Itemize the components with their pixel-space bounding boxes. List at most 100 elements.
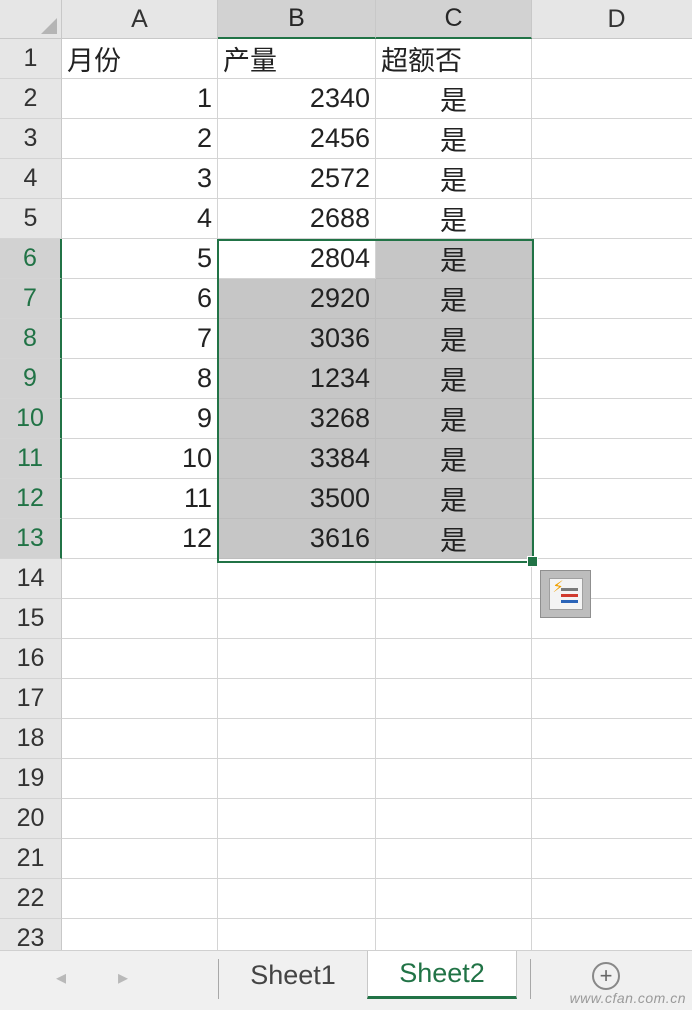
cell-c14[interactable] [376,559,532,599]
row-header[interactable]: 20 [0,799,62,839]
cell-d3[interactable] [532,119,692,159]
cell-d11[interactable] [532,439,692,479]
cell-a7[interactable]: 6 [62,279,218,319]
cell-d17[interactable] [532,679,692,719]
cell-d23[interactable] [532,919,692,950]
cell-a5[interactable]: 4 [62,199,218,239]
cell-c17[interactable] [376,679,532,719]
cell-d9[interactable] [532,359,692,399]
cell-a1[interactable]: 月份 [62,39,218,79]
cell-a19[interactable] [62,759,218,799]
cell-a13[interactable]: 12 [62,519,218,559]
cell-b18[interactable] [218,719,376,759]
cell-c23[interactable] [376,919,532,950]
column-header-a[interactable]: A [62,0,218,39]
cell-d13[interactable] [532,519,692,559]
cell-b17[interactable] [218,679,376,719]
cell-c12[interactable]: 是 [376,479,532,519]
cell-a15[interactable] [62,599,218,639]
cell-c22[interactable] [376,879,532,919]
tab-scroll-left-icon[interactable]: ◂ [56,965,66,990]
cell-b9[interactable]: 1234 [218,359,376,399]
cell-c11[interactable]: 是 [376,439,532,479]
row-header[interactable]: 12 [0,479,62,519]
cell-b20[interactable] [218,799,376,839]
fill-handle[interactable] [527,556,538,567]
cell-a17[interactable] [62,679,218,719]
cell-c8[interactable]: 是 [376,319,532,359]
cell-b12[interactable]: 3500 [218,479,376,519]
cell-d19[interactable] [532,759,692,799]
row-header[interactable]: 18 [0,719,62,759]
add-sheet-button[interactable]: + [592,962,620,990]
row-header[interactable]: 21 [0,839,62,879]
cell-c9[interactable]: 是 [376,359,532,399]
cell-a23[interactable] [62,919,218,950]
cell-c5[interactable]: 是 [376,199,532,239]
cell-b13[interactable]: 3616 [218,519,376,559]
cell-d1[interactable] [532,39,692,79]
cell-a11[interactable]: 10 [62,439,218,479]
row-header[interactable]: 5 [0,199,62,239]
cell-b16[interactable] [218,639,376,679]
cell-c4[interactable]: 是 [376,159,532,199]
cell-c1[interactable]: 超额否 [376,39,532,79]
cell-b21[interactable] [218,839,376,879]
cell-b19[interactable] [218,759,376,799]
cell-d18[interactable] [532,719,692,759]
cell-b2[interactable]: 2340 [218,79,376,119]
cell-c16[interactable] [376,639,532,679]
cell-a2[interactable]: 1 [62,79,218,119]
cell-b5[interactable]: 2688 [218,199,376,239]
cell-b23[interactable] [218,919,376,950]
row-header[interactable]: 3 [0,119,62,159]
row-header[interactable]: 8 [0,319,62,359]
tab-sheet1[interactable]: Sheet1 [219,951,367,999]
cell-b11[interactable]: 3384 [218,439,376,479]
quick-analysis-button[interactable]: ⚡ [540,570,591,618]
cell-d5[interactable] [532,199,692,239]
cell-d21[interactable] [532,839,692,879]
row-header[interactable]: 7 [0,279,62,319]
cell-d7[interactable] [532,279,692,319]
cell-c2[interactable]: 是 [376,79,532,119]
cell-c13[interactable]: 是 [376,519,532,559]
cell-a8[interactable]: 7 [62,319,218,359]
cell-d6[interactable] [532,239,692,279]
cell-b1[interactable]: 产量 [218,39,376,79]
cell-b22[interactable] [218,879,376,919]
cell-b4[interactable]: 2572 [218,159,376,199]
cell-a6[interactable]: 5 [62,239,218,279]
cell-c10[interactable]: 是 [376,399,532,439]
row-header[interactable]: 19 [0,759,62,799]
cell-a18[interactable] [62,719,218,759]
row-header[interactable]: 23 [0,919,62,950]
cell-a3[interactable]: 2 [62,119,218,159]
cell-a21[interactable] [62,839,218,879]
cell-c20[interactable] [376,799,532,839]
cell-a22[interactable] [62,879,218,919]
row-header[interactable]: 6 [0,239,62,279]
cell-d12[interactable] [532,479,692,519]
column-header-c[interactable]: C [376,0,532,39]
tab-sheet2[interactable]: Sheet2 [367,951,517,999]
cell-c19[interactable] [376,759,532,799]
cell-c7[interactable]: 是 [376,279,532,319]
cell-b8[interactable]: 3036 [218,319,376,359]
row-header[interactable]: 1 [0,39,62,79]
cell-b10[interactable]: 3268 [218,399,376,439]
cell-b15[interactable] [218,599,376,639]
cell-a4[interactable]: 3 [62,159,218,199]
cell-c21[interactable] [376,839,532,879]
tab-scroll-right-icon[interactable]: ▸ [118,965,128,990]
cell-b14[interactable] [218,559,376,599]
cell-a16[interactable] [62,639,218,679]
row-header[interactable]: 2 [0,79,62,119]
row-header[interactable]: 16 [0,639,62,679]
cell-d2[interactable] [532,79,692,119]
row-header[interactable]: 9 [0,359,62,399]
cell-d20[interactable] [532,799,692,839]
row-header[interactable]: 10 [0,399,62,439]
row-header[interactable]: 22 [0,879,62,919]
row-header[interactable]: 4 [0,159,62,199]
